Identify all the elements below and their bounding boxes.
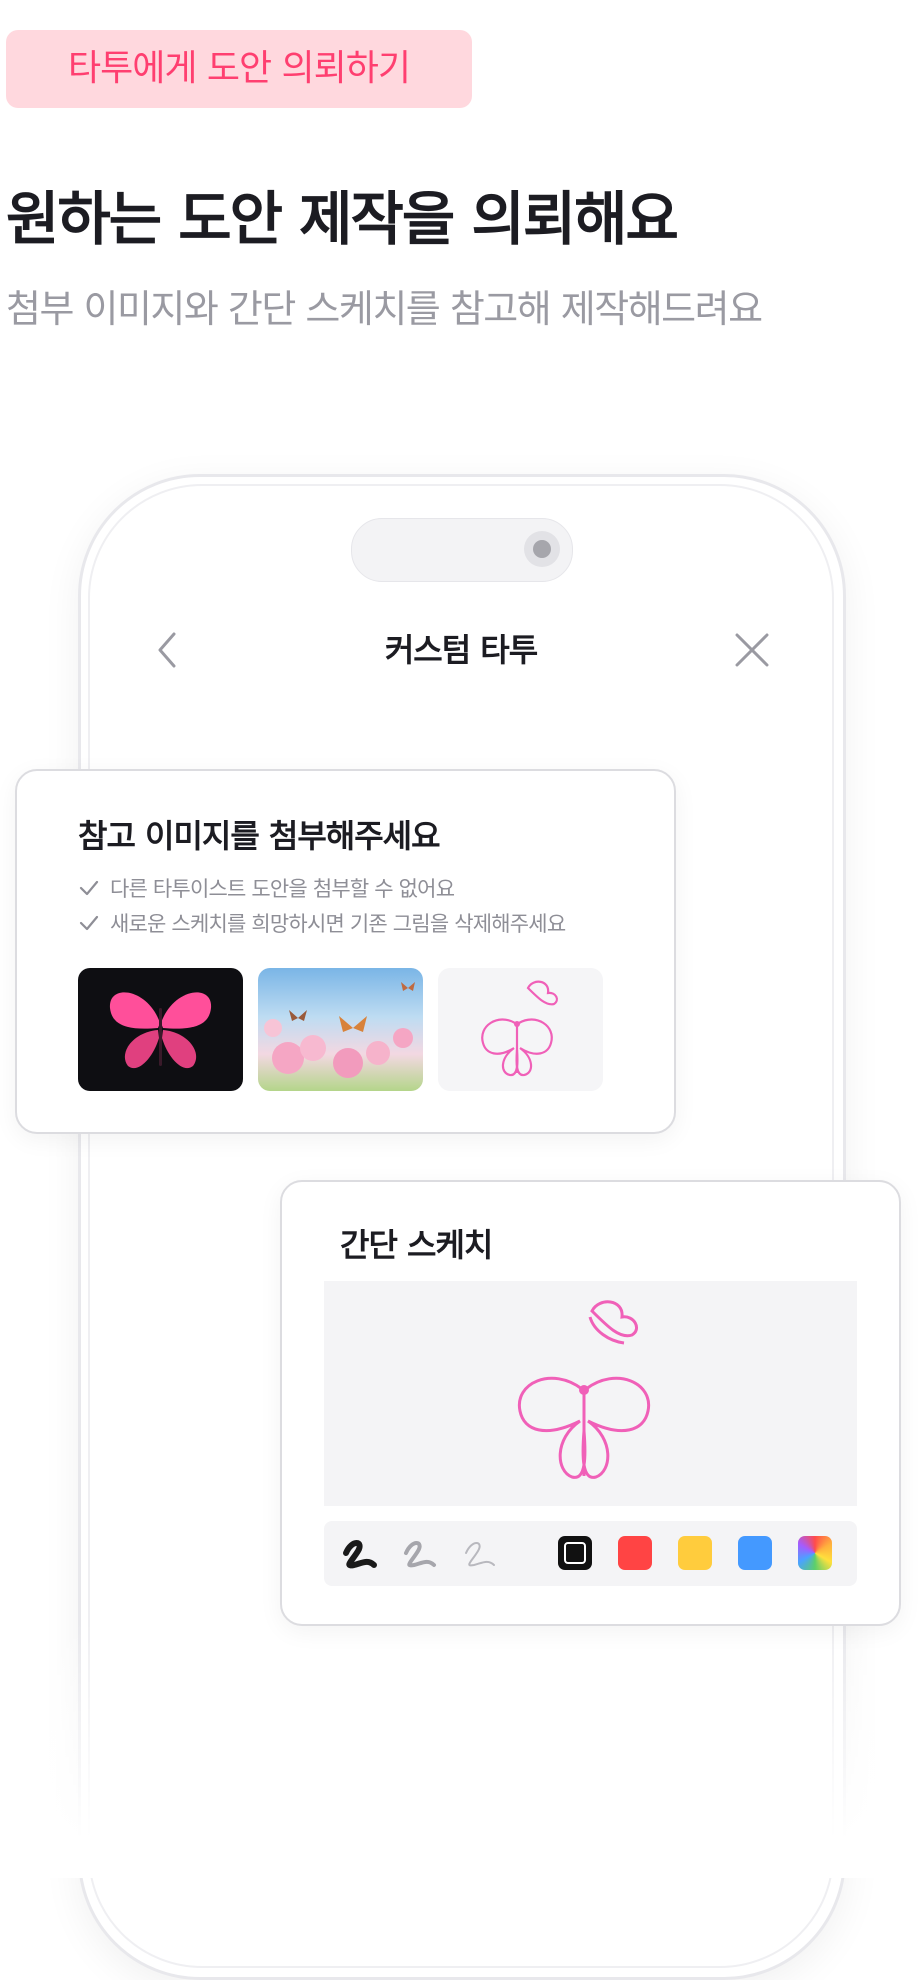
thin-brush-icon[interactable] xyxy=(458,1533,500,1575)
note-item: 새로운 스케치를 희망하시면 기존 그림을 삭제해주세요 xyxy=(78,908,566,938)
note-item: 다른 타투이스트 도안을 첨부할 수 없어요 xyxy=(78,873,455,903)
page-headline: 원하는 도안 제작을 의뢰해요 xyxy=(6,185,679,253)
bottom-fade xyxy=(0,1620,921,1878)
sketch-canvas[interactable] xyxy=(324,1281,857,1506)
feature-badge: 타투에게 도안 의뢰하기 xyxy=(6,30,472,108)
thick-brush-icon[interactable] xyxy=(338,1533,380,1575)
sketch-card: 간단 스케치 xyxy=(280,1180,901,1626)
color-swatch-black[interactable] xyxy=(558,1536,592,1570)
check-icon xyxy=(79,915,99,931)
color-swatch-blue[interactable] xyxy=(738,1536,772,1570)
check-icon xyxy=(79,880,99,896)
butterflies-blossom-thumbnail[interactable] xyxy=(258,968,423,1091)
chevron-left-icon[interactable] xyxy=(152,630,182,670)
color-swatch-rainbow[interactable] xyxy=(798,1536,832,1570)
note-text: 다른 타투이스트 도안을 첨부할 수 없어요 xyxy=(110,877,455,901)
butterfly-image xyxy=(109,992,212,1069)
medium-brush-icon[interactable] xyxy=(398,1533,440,1575)
butterfly-sketch-image xyxy=(481,980,558,1077)
color-swatch-yellow[interactable] xyxy=(678,1536,712,1570)
butterfly-drawing xyxy=(517,1300,651,1479)
page-subtitle: 첨부 이미지와 간단 스케치를 참고해 제작해드려요 xyxy=(6,287,763,331)
camera-icon xyxy=(524,531,560,567)
pink-butterfly-thumbnail[interactable] xyxy=(78,968,243,1091)
note-text: 새로운 스케치를 희망하시면 기존 그림을 삭제해주세요 xyxy=(110,912,566,936)
close-icon[interactable] xyxy=(732,630,772,670)
reference-card-title: 참고 이미지를 첨부해주세요 xyxy=(78,817,441,855)
reference-image-card: 참고 이미지를 첨부해주세요 다른 타투이스트 도안을 첨부할 수 없어요 새로… xyxy=(15,769,676,1134)
sketch-card-title: 간단 스케치 xyxy=(340,1226,493,1264)
color-swatch-red[interactable] xyxy=(618,1536,652,1570)
blossom-image xyxy=(264,982,415,1078)
sketch-thumbnail[interactable] xyxy=(438,968,603,1091)
drawing-toolbar xyxy=(324,1521,857,1586)
dynamic-island xyxy=(351,518,573,582)
screen-title: 커스텀 타투 xyxy=(384,631,538,669)
